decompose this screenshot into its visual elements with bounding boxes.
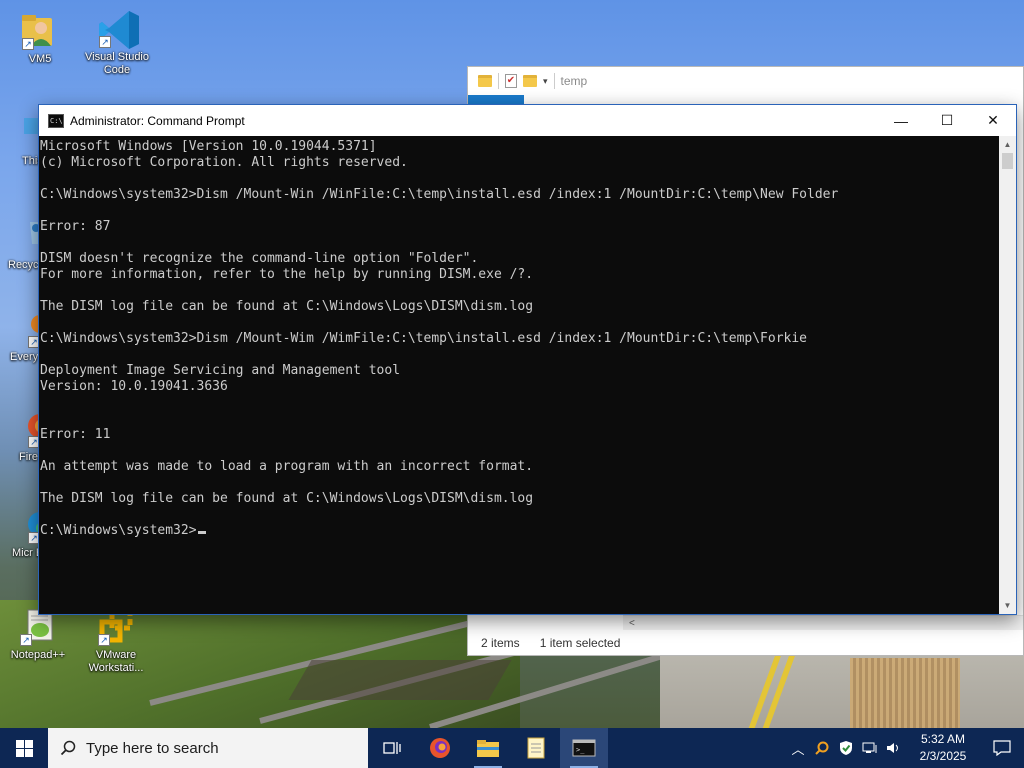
svg-text:>_: >_: [576, 746, 585, 754]
command-prompt-window[interactable]: C:\ Administrator: Command Prompt — ☐ ✕ …: [38, 104, 1017, 615]
desktop-icon-label: Visual Studio Code: [84, 51, 149, 76]
shortcut-arrow-icon: ↗: [99, 36, 111, 48]
firefox-icon: [430, 738, 450, 758]
close-button[interactable]: ✕: [970, 105, 1016, 136]
item-count: 2 items: [481, 635, 520, 650]
console-line: The DISM log file can be found at C:\Win…: [40, 299, 534, 314]
task-view-button[interactable]: [368, 728, 416, 768]
selection-count: 1 item selected: [539, 635, 621, 650]
search-placeholder: Type here to search: [86, 739, 219, 757]
folder-icon: [478, 75, 492, 87]
taskbar-command-prompt[interactable]: >_: [560, 728, 608, 768]
shortcut-arrow-icon: ↗: [22, 38, 34, 50]
file-explorer-icon: [477, 740, 499, 757]
notepad-icon: [527, 737, 545, 759]
taskbar-notepad[interactable]: [512, 728, 560, 768]
desktop-icon-vmware[interactable]: ↗ VMware Workstati...: [80, 606, 152, 675]
console-line: C:\Windows\system32>: [40, 523, 1001, 539]
console-line: C:\Windows\system32>Dism /Mount-Wim /Wim…: [40, 331, 808, 346]
console-line: The DISM log file can be found at C:\Win…: [40, 491, 534, 506]
command-prompt-icon: >_: [572, 739, 596, 757]
window-path-title: temp: [560, 74, 588, 88]
shortcut-arrow-icon: ↗: [20, 634, 32, 646]
computer-icon: [2, 112, 42, 152]
taskbar-clock[interactable]: 5:32 AM 2/3/2025: [906, 731, 980, 765]
customize-toolbar-chevron-icon[interactable]: ▾: [543, 76, 548, 87]
scroll-left-arrow-icon[interactable]: <: [629, 618, 635, 629]
wallpaper-platform: [660, 655, 1024, 728]
notification-icon: [993, 740, 1011, 756]
desktop-icon-label: VM5: [28, 53, 52, 65]
search-icon: [60, 740, 76, 756]
task-view-icon: [383, 742, 401, 754]
search-tool-tray-icon[interactable]: [810, 728, 834, 768]
new-folder-icon[interactable]: [523, 75, 537, 87]
clock-time: 5:32 AM: [920, 732, 966, 746]
toolbar-divider: [498, 73, 499, 89]
desktop-icon-vm5[interactable]: ↗ VM5: [4, 10, 76, 66]
scroll-up-arrow-icon[interactable]: ▲: [999, 136, 1016, 153]
show-hidden-icons-chevron-icon[interactable]: ︿: [786, 728, 810, 768]
cmd-app-icon[interactable]: C:\: [48, 113, 64, 128]
desktop-icon-label: Notepad++: [10, 649, 66, 661]
console-line: For more information, refer to the help …: [40, 267, 534, 282]
scroll-down-arrow-icon[interactable]: ▼: [999, 597, 1016, 614]
taskbar-firefox[interactable]: [416, 728, 464, 768]
wallpaper-platform-paving: [850, 658, 960, 728]
wallpaper-track-bed: [288, 660, 512, 700]
console-line: An attempt was made to load a program wi…: [40, 459, 534, 474]
vscode-icon: ↗: [97, 8, 139, 49]
console-line: Version: 10.0.19041.3636: [40, 379, 228, 394]
console-line: (c) Microsoft Corporation. All rights re…: [40, 155, 408, 170]
user-folder-icon: ↗: [20, 10, 60, 50]
vertical-scrollbar[interactable]: ▲ ▼: [999, 136, 1016, 614]
text-cursor: [197, 531, 206, 534]
status-bar: 2 items 1 item selected: [468, 630, 1023, 655]
desktop-icon-vscode[interactable]: ↗ Visual Studio Code: [81, 8, 153, 77]
security-shield-icon[interactable]: [834, 728, 858, 768]
taskbar: Type here to search >_ ︿ 5:32 AM 2/3/202…: [0, 728, 1024, 768]
maximize-button[interactable]: ☐: [924, 105, 970, 136]
taskbar-search-box[interactable]: Type here to search: [48, 728, 368, 768]
system-tray: ︿ 5:32 AM 2/3/2025: [786, 728, 1024, 768]
console-line: Deployment Image Servicing and Managemen…: [40, 363, 401, 378]
window-title: Administrator: Command Prompt: [70, 113, 245, 128]
volume-icon[interactable]: [882, 728, 906, 768]
clock-date: 2/3/2025: [919, 749, 967, 763]
console-line: Error: 11: [40, 427, 111, 442]
notification-center-button[interactable]: [980, 728, 1024, 768]
shortcut-arrow-icon: ↗: [98, 634, 110, 646]
network-icon[interactable]: [858, 728, 882, 768]
windows-logo-icon: [15, 739, 33, 757]
console-line: Microsoft Windows [Version 10.0.19044.53…: [40, 139, 377, 154]
scrollbar-thumb[interactable]: [1002, 153, 1013, 169]
minimize-button[interactable]: —: [878, 105, 924, 136]
start-button[interactable]: [0, 728, 48, 768]
properties-icon[interactable]: ✔: [505, 74, 517, 88]
console-line: DISM doesn't recognize the command-line …: [40, 251, 479, 266]
console-output[interactable]: Microsoft Windows [Version 10.0.19044.53…: [39, 136, 1001, 614]
quick-access-toolbar: ✔ ▾ temp: [468, 67, 1023, 95]
console-line: C:\Windows\system32>Dism /Mount-Win /Win…: [40, 187, 839, 202]
desktop-icon-label: VMware Workstati...: [88, 649, 144, 674]
title-bar[interactable]: C:\ Administrator: Command Prompt — ☐ ✕: [39, 105, 1016, 136]
toolbar-divider: [553, 73, 555, 89]
taskbar-file-explorer[interactable]: [464, 728, 512, 768]
console-line: Error: 87: [40, 219, 111, 234]
